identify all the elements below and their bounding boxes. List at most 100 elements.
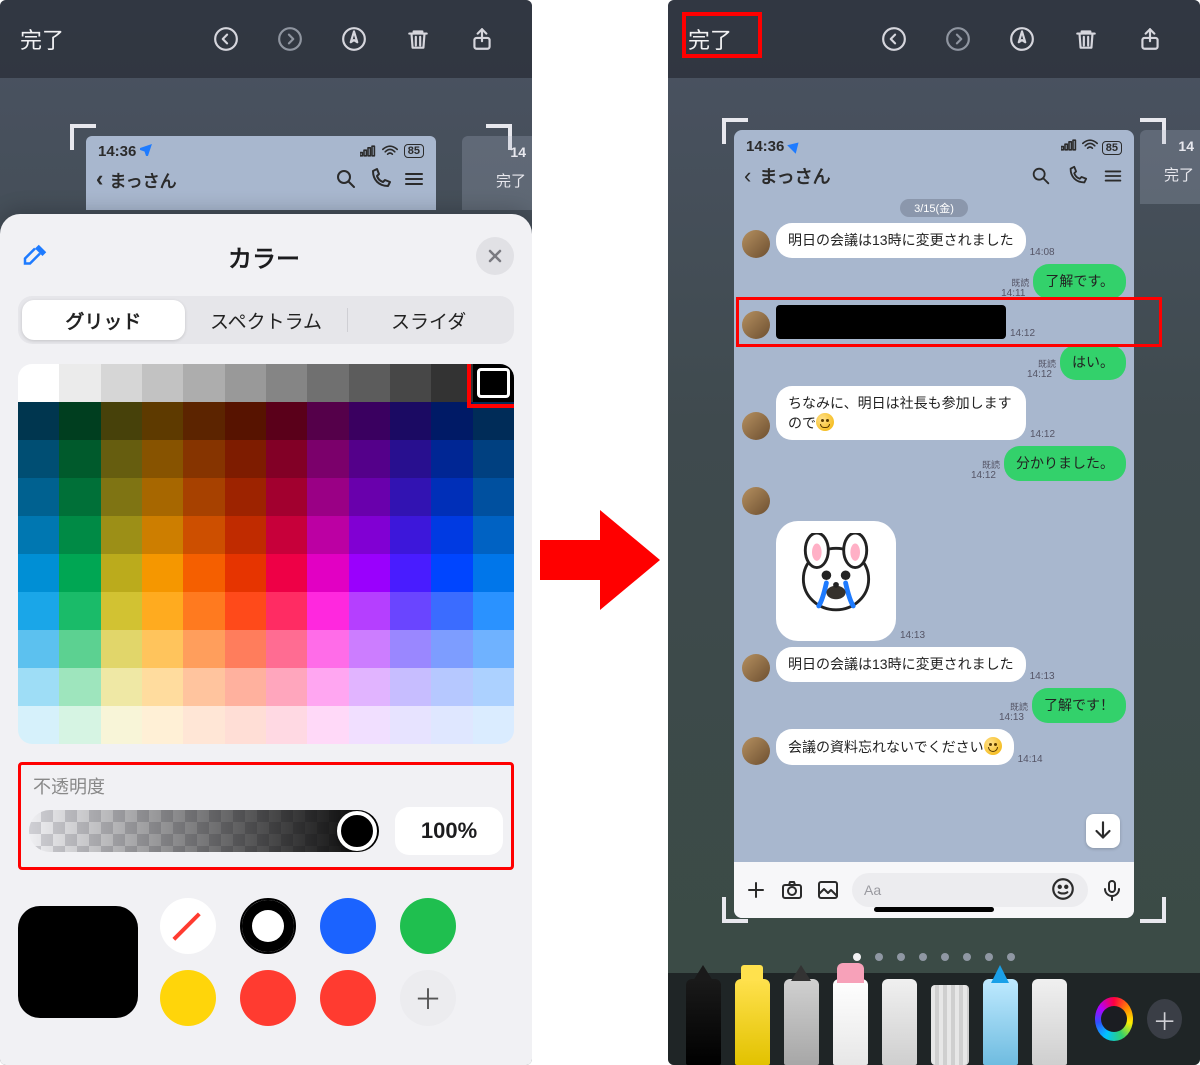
color-swatch[interactable] xyxy=(101,364,142,402)
share-icon[interactable] xyxy=(460,17,504,61)
color-swatch[interactable] xyxy=(101,668,142,706)
color-swatch[interactable] xyxy=(473,630,514,668)
color-ring-button[interactable] xyxy=(1095,997,1133,1041)
color-swatch[interactable] xyxy=(183,516,224,554)
color-swatch[interactable] xyxy=(390,402,431,440)
preset-color[interactable] xyxy=(400,898,456,954)
color-swatch[interactable] xyxy=(473,478,514,516)
tab-slider[interactable]: スライダ xyxy=(347,300,510,340)
markup-tip-icon[interactable] xyxy=(1000,17,1044,61)
color-swatch[interactable] xyxy=(266,668,307,706)
color-swatch[interactable] xyxy=(59,364,100,402)
color-swatch[interactable] xyxy=(101,516,142,554)
color-swatch[interactable] xyxy=(349,440,390,478)
color-swatch[interactable] xyxy=(307,364,348,402)
color-swatch[interactable] xyxy=(18,706,59,744)
color-swatch[interactable] xyxy=(142,440,183,478)
color-swatch[interactable] xyxy=(307,440,348,478)
color-swatch[interactable] xyxy=(473,668,514,706)
color-swatch[interactable] xyxy=(142,516,183,554)
color-swatch[interactable] xyxy=(349,402,390,440)
undo-icon[interactable] xyxy=(872,17,916,61)
mic-icon[interactable] xyxy=(1100,878,1124,902)
scroll-to-bottom-button[interactable] xyxy=(1086,814,1120,848)
color-swatch[interactable] xyxy=(390,630,431,668)
color-swatch[interactable] xyxy=(225,516,266,554)
color-swatch[interactable] xyxy=(183,402,224,440)
color-swatch[interactable] xyxy=(225,668,266,706)
color-swatch[interactable] xyxy=(59,592,100,630)
color-swatch[interactable] xyxy=(266,402,307,440)
color-swatch[interactable] xyxy=(349,364,390,402)
color-swatch[interactable] xyxy=(18,592,59,630)
preset-selected[interactable] xyxy=(240,898,296,954)
preset-color[interactable] xyxy=(240,970,296,1026)
color-swatch[interactable] xyxy=(142,630,183,668)
lasso-tool[interactable] xyxy=(882,979,917,1065)
color-swatch[interactable] xyxy=(349,592,390,630)
color-swatch[interactable] xyxy=(307,630,348,668)
color-swatch[interactable] xyxy=(59,630,100,668)
color-swatch[interactable] xyxy=(473,440,514,478)
color-swatch[interactable] xyxy=(390,668,431,706)
color-swatch[interactable] xyxy=(307,706,348,744)
pencil-tool[interactable] xyxy=(784,979,819,1065)
color-swatch[interactable] xyxy=(431,440,472,478)
done-button[interactable]: 完了 xyxy=(682,19,738,59)
share-icon[interactable] xyxy=(1128,17,1172,61)
camera-icon[interactable] xyxy=(780,878,804,902)
search-icon[interactable] xyxy=(334,167,358,191)
color-swatch[interactable] xyxy=(307,402,348,440)
redo-icon[interactable] xyxy=(268,17,312,61)
color-swatch[interactable] xyxy=(183,592,224,630)
redo-icon[interactable] xyxy=(936,17,980,61)
ruler-tool[interactable] xyxy=(931,985,969,1065)
color-swatch[interactable] xyxy=(349,478,390,516)
message-input[interactable]: Aa xyxy=(852,873,1088,907)
search-icon[interactable] xyxy=(1030,165,1052,187)
color-swatch[interactable] xyxy=(473,592,514,630)
color-swatch[interactable] xyxy=(431,364,472,402)
color-swatch[interactable] xyxy=(101,706,142,744)
eraser-tool[interactable] xyxy=(833,979,868,1065)
color-swatch[interactable] xyxy=(183,630,224,668)
preset-color[interactable] xyxy=(160,970,216,1026)
color-swatch[interactable] xyxy=(431,630,472,668)
color-swatch[interactable] xyxy=(390,554,431,592)
close-icon[interactable] xyxy=(476,237,514,275)
color-swatch[interactable] xyxy=(225,554,266,592)
color-swatch[interactable] xyxy=(266,516,307,554)
plus-icon[interactable] xyxy=(744,878,768,902)
color-swatch[interactable] xyxy=(142,402,183,440)
color-swatch[interactable] xyxy=(431,516,472,554)
color-swatch[interactable] xyxy=(18,478,59,516)
color-swatch[interactable] xyxy=(390,592,431,630)
color-swatch[interactable] xyxy=(18,554,59,592)
undo-icon[interactable] xyxy=(204,17,248,61)
markup-tip-icon[interactable] xyxy=(332,17,376,61)
color-swatch[interactable] xyxy=(307,516,348,554)
color-swatch[interactable] xyxy=(59,554,100,592)
color-swatch[interactable] xyxy=(349,706,390,744)
color-swatch[interactable] xyxy=(59,478,100,516)
preset-add[interactable]: ＋ xyxy=(400,970,456,1026)
color-swatch[interactable] xyxy=(183,706,224,744)
color-swatch[interactable] xyxy=(101,630,142,668)
back-icon[interactable]: ‹ xyxy=(744,163,751,189)
color-swatch[interactable] xyxy=(142,478,183,516)
color-swatch[interactable] xyxy=(473,706,514,744)
color-swatch[interactable] xyxy=(307,668,348,706)
gallery-icon[interactable] xyxy=(816,878,840,902)
color-swatch[interactable] xyxy=(390,440,431,478)
preset-color[interactable] xyxy=(320,898,376,954)
trash-icon[interactable] xyxy=(396,17,440,61)
color-swatch[interactable] xyxy=(473,364,514,402)
color-swatch[interactable] xyxy=(225,440,266,478)
color-swatch[interactable] xyxy=(183,554,224,592)
color-swatch[interactable] xyxy=(266,554,307,592)
color-swatch[interactable] xyxy=(101,440,142,478)
color-swatch[interactable] xyxy=(59,402,100,440)
color-swatch[interactable] xyxy=(225,630,266,668)
color-swatch[interactable] xyxy=(18,630,59,668)
color-swatch[interactable] xyxy=(390,516,431,554)
